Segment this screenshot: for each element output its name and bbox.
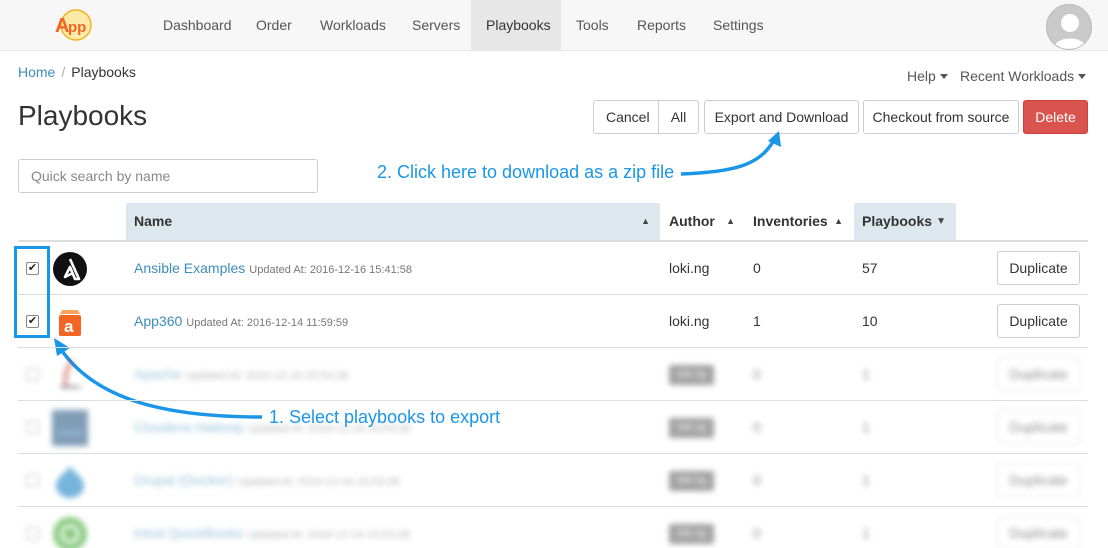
table-row: Cloudera Hadoop Updated At: 2016-12-16 15… bbox=[18, 401, 1088, 454]
playbook-name-link[interactable]: Intuit QuickBooks bbox=[134, 525, 243, 541]
nav-order[interactable]: Order bbox=[241, 0, 307, 51]
chevron-down-icon bbox=[939, 74, 948, 79]
column-header-author[interactable]: Author ▲ bbox=[661, 203, 745, 240]
delete-button[interactable]: Delete bbox=[1023, 100, 1088, 134]
svg-text:a: a bbox=[64, 317, 74, 336]
playbooks-cell: 57 bbox=[862, 260, 878, 276]
updated-label: Updated At: 2016-12-14 11:59:59 bbox=[186, 317, 349, 329]
author-badge: loki.ng bbox=[669, 471, 714, 492]
inventories-cell: 0 bbox=[753, 419, 761, 435]
row-checkbox[interactable] bbox=[26, 421, 39, 434]
table-row: Intuit QuickBooks Updated At: 2016-12-16 … bbox=[18, 507, 1088, 548]
breadcrumb: Home / Playbooks bbox=[18, 64, 136, 80]
breadcrumb-separator: / bbox=[61, 64, 66, 80]
chevron-down-icon bbox=[1078, 74, 1087, 79]
inventories-cell: 0 bbox=[753, 366, 761, 382]
column-header-name[interactable]: Name ▲ bbox=[126, 203, 660, 240]
help-label: Help bbox=[907, 68, 936, 84]
nav-playbooks[interactable]: Playbooks bbox=[471, 0, 561, 51]
search-input[interactable] bbox=[18, 159, 318, 193]
playbook-name-link[interactable]: Drupal (Docker) bbox=[134, 472, 233, 488]
author-badge: loki.ng bbox=[669, 365, 714, 386]
updated-label: Updated At: 2016-12-16 15:53:28 bbox=[246, 529, 410, 541]
recent-workloads-menu[interactable]: Recent Workloads bbox=[960, 68, 1087, 84]
duplicate-button[interactable]: Duplicate bbox=[997, 516, 1080, 548]
updated-label: Updated At: 2016-12-16 15:53:28 bbox=[185, 370, 349, 382]
duplicate-button[interactable]: Duplicate bbox=[997, 410, 1080, 444]
table-row: Apache Updated At: 2016-12-16 15:53:28 lo… bbox=[18, 348, 1088, 401]
duplicate-button[interactable]: Duplicate bbox=[997, 304, 1080, 338]
table-row: ✔ a App360 Updated At: 2016-12-14 11:59:5… bbox=[18, 295, 1088, 348]
playbooks-cell: 1 bbox=[862, 366, 870, 382]
playbooks-cell: 1 bbox=[862, 472, 870, 488]
updated-label: Updated At: 2016-12-16 15:53:28 bbox=[247, 423, 411, 435]
table-row: Drupal (Docker) Updated At: 2016-12-16 15… bbox=[18, 454, 1088, 507]
author-badge: loki.ng bbox=[669, 524, 714, 545]
column-header-inventories[interactable]: Inventories ▲ bbox=[745, 203, 853, 240]
author-badge: loki.ng bbox=[669, 418, 714, 439]
cloudera-icon bbox=[52, 410, 88, 446]
checkout-source-button[interactable]: Checkout from source bbox=[863, 100, 1019, 134]
playbook-name-link[interactable]: Apache bbox=[134, 366, 181, 382]
download-arrow bbox=[680, 139, 776, 176]
updated-label: Updated At: 2016-12-16 15:41:58 bbox=[249, 264, 412, 276]
playbooks-cell: 10 bbox=[862, 313, 878, 329]
column-header-inventories-label: Inventories bbox=[753, 213, 828, 229]
quickbooks-icon bbox=[53, 517, 87, 548]
nav-reports[interactable]: Reports bbox=[622, 0, 701, 51]
inventories-cell: 0 bbox=[753, 260, 761, 276]
author-cell: loki.ng bbox=[669, 313, 710, 329]
sort-asc-icon: ▲ bbox=[641, 216, 650, 226]
cancel-button[interactable]: Cancel bbox=[593, 100, 659, 134]
drupal-icon bbox=[56, 466, 84, 498]
row-checkbox[interactable]: ✔ bbox=[26, 262, 39, 275]
app-logo[interactable]: A pp bbox=[52, 5, 94, 43]
breadcrumb-current: Playbooks bbox=[71, 64, 136, 80]
column-header-playbooks[interactable]: Playbooks ▼ bbox=[854, 203, 956, 240]
row-checkbox[interactable] bbox=[26, 368, 39, 381]
column-header-author-label: Author bbox=[669, 213, 715, 229]
playbook-name-link[interactable]: App360 bbox=[134, 313, 182, 329]
download-annotation: 2. Click here to download as a zip file bbox=[377, 162, 675, 182]
nav-servers[interactable]: Servers bbox=[397, 0, 475, 51]
duplicate-button[interactable]: Duplicate bbox=[997, 251, 1080, 285]
select-all-button[interactable]: All bbox=[659, 100, 699, 134]
duplicate-button[interactable]: Duplicate bbox=[997, 357, 1080, 391]
svg-text:pp: pp bbox=[68, 19, 86, 36]
table-row: ✔ Ansible Examples Updated At: 2016-12-16… bbox=[18, 242, 1088, 295]
duplicate-button[interactable]: Duplicate bbox=[997, 463, 1080, 497]
row-checkbox[interactable]: ✔ bbox=[26, 315, 39, 328]
column-header-playbooks-label: Playbooks bbox=[862, 213, 933, 229]
nav-tools[interactable]: Tools bbox=[561, 0, 624, 51]
breadcrumb-home[interactable]: Home bbox=[18, 64, 55, 80]
top-navbar: A pp Dashboard Order Workloads Servers P… bbox=[0, 0, 1108, 51]
playbooks-cell: 1 bbox=[862, 525, 870, 541]
apache-icon bbox=[60, 359, 80, 389]
inventories-cell: 0 bbox=[753, 525, 761, 541]
ansible-icon bbox=[53, 252, 87, 286]
inventories-cell: 0 bbox=[753, 472, 761, 488]
inventories-cell: 1 bbox=[753, 313, 761, 329]
playbook-name-link[interactable]: Cloudera Hadoop bbox=[134, 419, 244, 435]
sort-icon: ▲ bbox=[726, 216, 735, 226]
recent-workloads-label: Recent Workloads bbox=[960, 68, 1075, 84]
author-cell: loki.ng bbox=[669, 260, 710, 276]
playbook-name-link[interactable]: Ansible Examples bbox=[134, 260, 245, 276]
nav-dashboard[interactable]: Dashboard bbox=[148, 0, 247, 51]
row-checkbox[interactable] bbox=[26, 474, 39, 487]
help-menu[interactable]: Help bbox=[907, 68, 948, 84]
page-title: Playbooks bbox=[18, 100, 148, 131]
sort-icon: ▲ bbox=[834, 216, 843, 226]
row-checkbox[interactable] bbox=[26, 527, 39, 540]
user-icon bbox=[1053, 14, 1087, 49]
nav-workloads[interactable]: Workloads bbox=[305, 0, 401, 51]
user-avatar[interactable] bbox=[1046, 4, 1092, 50]
app360-icon: a bbox=[59, 310, 81, 336]
playbooks-cell: 1 bbox=[862, 419, 870, 435]
column-header-name-label: Name bbox=[134, 213, 173, 229]
updated-label: Updated At: 2016-12-16 15:53:28 bbox=[236, 476, 400, 488]
sort-desc-icon: ▼ bbox=[936, 216, 946, 227]
export-download-button[interactable]: Export and Download bbox=[704, 100, 859, 134]
nav-settings[interactable]: Settings bbox=[698, 0, 779, 51]
